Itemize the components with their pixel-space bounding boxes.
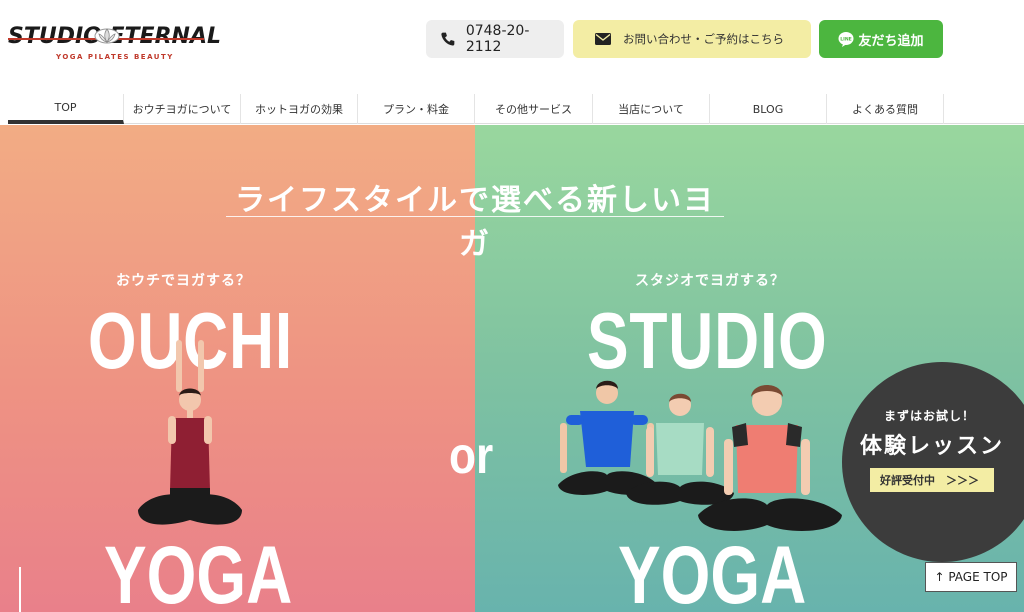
contact-button[interactable]: お問い合わせ・ご予約はこちら	[573, 20, 811, 58]
ouchi-yoga-heading: YOGA	[104, 530, 293, 612]
nav-item-ouchi-yoga[interactable]: おウチヨガについて	[124, 94, 241, 124]
nav-item-blog[interactable]: BLOG	[710, 94, 827, 124]
contact-label: お問い合わせ・ご予約はこちら	[623, 32, 784, 46]
hero-title-underline	[226, 216, 724, 217]
lotus-icon	[94, 28, 120, 44]
logo-tagline: YOGA PILATES BEAUTY	[56, 53, 174, 61]
svg-text:LINE: LINE	[841, 37, 853, 43]
hero-section: ライフスタイルで選べる新しいヨガ おウチでヨガする？ スタジオでヨガする？ OU…	[0, 125, 1024, 612]
line-label: 友だち追加	[858, 33, 924, 49]
phone-button[interactable]: 0748-20-2112	[426, 20, 564, 58]
studio-yoga-heading: YOGA	[618, 530, 807, 612]
nav-item-faq[interactable]: よくある質問	[827, 94, 944, 124]
nav-item-plans[interactable]: プラン・料金	[358, 94, 475, 124]
phone-number: 0748-20-2112	[465, 23, 530, 55]
main-nav: TOP おウチヨガについて ホットヨガの効果 プラン・料金 その他サービス 当店…	[8, 94, 1024, 124]
nav-item-services[interactable]: その他サービス	[475, 94, 593, 124]
scroll-indicator	[19, 567, 21, 612]
trial-badge[interactable]: 好評受付中 ＞＞＞	[870, 468, 994, 492]
studio-heading: STUDIO	[587, 296, 828, 385]
line-add-friend-button[interactable]: LINE 友だち追加	[819, 20, 943, 58]
ouchi-subtitle: おウチでヨガする？	[116, 273, 251, 289]
yoga-woman-figure	[138, 340, 242, 525]
nav-item-about[interactable]: 当店について	[593, 94, 710, 124]
or-text: or	[449, 427, 494, 485]
line-icon: LINE	[838, 32, 854, 47]
hero-title: ライフスタイルで選べる新しいヨガ	[235, 183, 715, 262]
studio-subtitle: スタジオでヨガする？	[635, 273, 785, 289]
mail-icon	[595, 33, 611, 45]
nav-item-hot-yoga[interactable]: ホットヨガの効果	[241, 94, 358, 124]
trial-lead-text: まずはお試し！	[884, 409, 976, 423]
site-header: STUDIO ETERNAL YOGA PILATES BEAUTY 0748-…	[0, 0, 1024, 92]
phone-icon	[441, 32, 455, 46]
site-logo[interactable]: STUDIO ETERNAL YOGA PILATES BEAUTY	[8, 18, 221, 68]
page-top-button[interactable]: ↑ PAGE TOP	[925, 562, 1017, 592]
yoga-group-figure	[558, 380, 842, 531]
nav-item-top[interactable]: TOP	[8, 94, 124, 124]
trial-title: 体験レッスン	[860, 434, 1005, 459]
